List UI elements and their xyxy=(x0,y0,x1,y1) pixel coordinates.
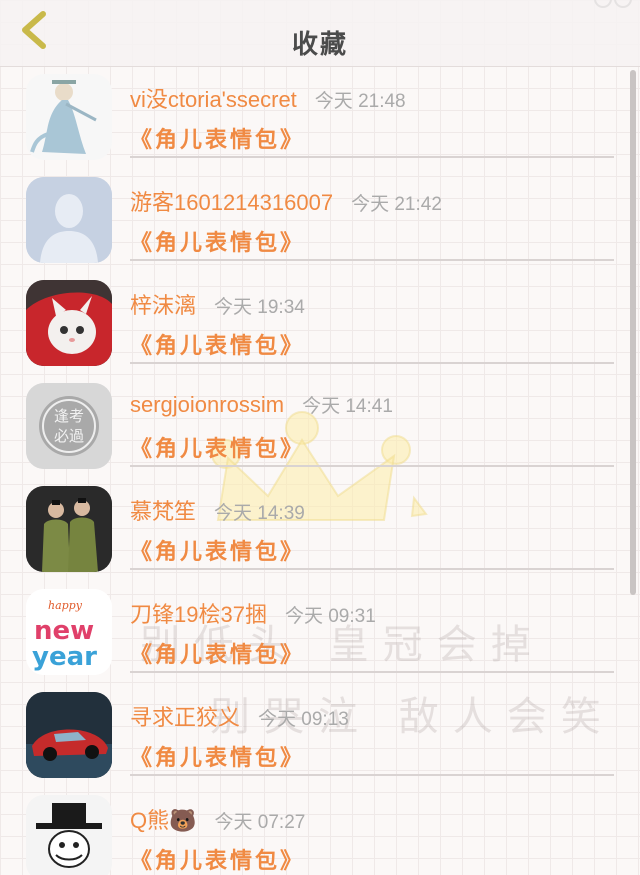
list-item[interactable]: Q熊🐻 今天 07:27 《角儿表情包》 xyxy=(0,787,640,875)
list-item[interactable]: 梓沫漓 今天 19:34 《角儿表情包》 xyxy=(0,272,640,375)
sender-name: 寻求正狡义 今天 09:13 xyxy=(130,705,349,730)
timestamp: 今天 21:42 xyxy=(351,194,442,215)
sender-name: 梓沫漓 今天 19:34 xyxy=(130,293,305,318)
divider xyxy=(130,568,614,570)
sender-name: vi没ctoria'ssecret 今天 21:48 xyxy=(130,87,406,112)
timestamp: 今天 14:39 xyxy=(214,503,305,524)
divider xyxy=(130,774,614,776)
sender-name: 游客1601214316007 今天 21:42 xyxy=(130,190,442,215)
divider xyxy=(130,465,614,467)
scrollbar[interactable] xyxy=(630,70,636,595)
favorite-title: 《角儿表情包》 xyxy=(130,746,306,771)
favorites-list: vi没ctoria'ssecret 今天 21:48 《角儿表情包》 游客1601… xyxy=(0,66,640,875)
two-people-avatar xyxy=(26,486,112,572)
avatar-text-happy: happy xyxy=(48,599,83,612)
stamp-avatar: 逢考 必過 xyxy=(26,383,112,469)
list-item[interactable]: 游客1601214316007 今天 21:42 《角儿表情包》 xyxy=(0,169,640,272)
default-person-avatar xyxy=(26,177,112,263)
list-item[interactable]: 寻求正狡义 今天 09:13 《角儿表情包》 xyxy=(0,684,640,787)
timestamp: 今天 19:34 xyxy=(214,297,305,318)
page-title: 收藏 xyxy=(291,30,348,60)
cat-avatar xyxy=(26,280,112,366)
list-item[interactable]: vi没ctoria'ssecret 今天 21:48 《角儿表情包》 xyxy=(0,66,640,169)
sender-name: 慕梵笙 今天 14:39 xyxy=(130,499,305,524)
stamp-text-line-2: 必過 xyxy=(54,427,84,445)
timestamp: 今天 09:31 xyxy=(284,606,376,627)
sender-name: 刀锋19桧37捆 今天 09:31 xyxy=(130,602,376,627)
car-avatar xyxy=(26,692,112,778)
avatar-text-year: year xyxy=(32,642,97,672)
timestamp: 今天 21:48 xyxy=(314,91,406,112)
sender-name: Q熊🐻 今天 07:27 xyxy=(130,808,306,833)
divider xyxy=(130,362,614,364)
favorite-title: 《角儿表情包》 xyxy=(130,231,306,256)
hat-figure-avatar xyxy=(26,795,112,875)
navigation-bar: 收藏 xyxy=(0,0,640,67)
happy-new-year-avatar: happy new year xyxy=(26,589,112,675)
favorite-title: 《角儿表情包》 xyxy=(130,540,306,565)
favorite-title: 《角儿表情包》 xyxy=(130,643,306,668)
stamp-text-line-1: 逢考 xyxy=(54,407,84,425)
timestamp: 今天 09:13 xyxy=(258,709,349,730)
favorite-title: 《角儿表情包》 xyxy=(130,849,306,874)
divider xyxy=(130,259,614,261)
timestamp: 今天 07:27 xyxy=(214,812,306,833)
favorite-title: 《角儿表情包》 xyxy=(130,128,306,153)
list-item[interactable]: happy new year 刀锋19桧37捆 今天 09:31 《角儿表情包》 xyxy=(0,581,640,684)
sender-name: sergjoionrossim 今天 14:41 xyxy=(130,392,393,417)
fairy-figure-avatar xyxy=(26,74,112,160)
divider xyxy=(130,156,614,158)
list-item[interactable]: 慕梵笙 今天 14:39 《角儿表情包》 xyxy=(0,478,640,581)
list-item[interactable]: 逢考 必過 sergjoionrossim 今天 14:41 《角儿表情包》 xyxy=(0,375,640,478)
favorite-title: 《角儿表情包》 xyxy=(130,437,306,462)
divider xyxy=(130,671,614,673)
favorite-title: 《角儿表情包》 xyxy=(130,334,306,359)
timestamp: 今天 14:41 xyxy=(302,396,393,417)
